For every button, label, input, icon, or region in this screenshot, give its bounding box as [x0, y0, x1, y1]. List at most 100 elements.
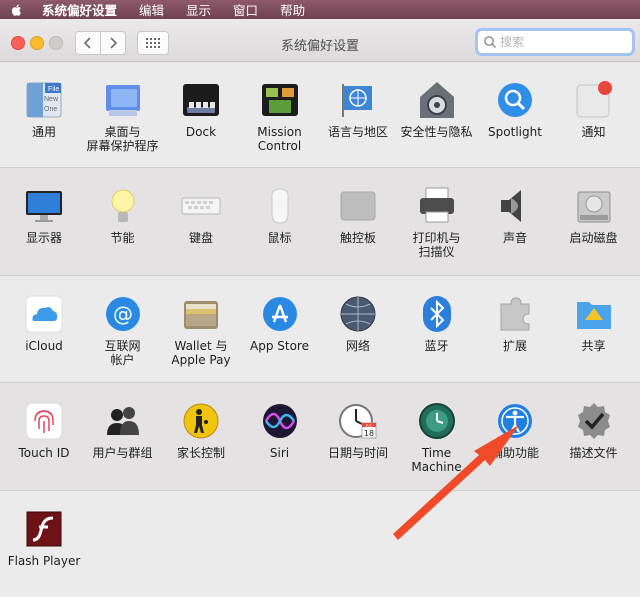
notifications-icon	[576, 81, 612, 118]
pane-label: 家长控制	[176, 446, 225, 460]
pane-label: 描述文件	[569, 446, 618, 460]
pane-trackpad[interactable]: 触控板	[318, 186, 398, 245]
pane-security-privacy[interactable]: 安全性与隐私	[397, 80, 477, 139]
chevron-right-icon	[110, 37, 118, 49]
pane-label: 桌面与 屏幕保护程序	[86, 125, 159, 153]
general-icon: File New One	[26, 82, 62, 118]
pane-label: 打印机与 扫描仪	[412, 231, 461, 259]
desktop-screensaver-icon	[105, 85, 140, 116]
pane-label: 触控板	[339, 231, 376, 245]
pane-accessibility[interactable]: 辅助功能	[475, 401, 555, 460]
menu-help[interactable]: 帮助	[280, 0, 305, 19]
pane-dock[interactable]: Dock	[161, 80, 241, 139]
pane-users-groups[interactable]: 用户与群组	[83, 401, 163, 460]
wallet-applepay-icon	[184, 301, 218, 329]
displays-icon	[26, 191, 62, 222]
pane-label: Flash Player	[7, 554, 81, 568]
pane-printers-scanners[interactable]: 打印机与 扫描仪	[397, 186, 477, 259]
startup-disk-icon	[577, 191, 610, 223]
pane-app-store[interactable]: App Store	[240, 294, 320, 353]
pane-label: 启动磁盘	[569, 231, 618, 245]
mission-control-icon	[261, 84, 298, 116]
pane-extensions[interactable]: 扩展	[475, 294, 555, 353]
close-window-button[interactable]	[11, 36, 25, 50]
pane-wallet-applepay[interactable]: Wallet 与 Apple Pay	[161, 294, 241, 367]
mouse-icon	[271, 188, 288, 224]
siri-icon	[262, 404, 297, 438]
pane-bluetooth[interactable]: 蓝牙	[397, 294, 477, 353]
search-icon	[484, 36, 497, 49]
pane-label: 互联网 帐户	[104, 339, 141, 367]
pane-date-time[interactable]: JUL 18 日期与时间	[318, 401, 398, 460]
pane-label: Siri	[269, 446, 290, 460]
pane-general[interactable]: File New One 通用	[4, 80, 84, 139]
pane-touch-id[interactable]: Touch ID	[4, 401, 84, 460]
svg-text:File: File	[48, 86, 59, 93]
pane-label: 显示器	[25, 231, 62, 245]
pane-label: 用户与群组	[92, 446, 153, 460]
back-button[interactable]	[75, 31, 101, 55]
pane-parental-controls[interactable]: 家长控制	[161, 401, 241, 460]
menu-view[interactable]: 显示	[186, 0, 211, 19]
svg-text:JUL: JUL	[365, 423, 372, 427]
menu-system-preferences[interactable]: 系统偏好设置	[42, 0, 117, 19]
users-groups-icon	[106, 407, 139, 435]
apple-logo-icon[interactable]	[10, 3, 24, 17]
pane-sound[interactable]: 声音	[475, 186, 555, 245]
pane-energy-saver[interactable]: 节能	[83, 186, 163, 245]
pane-label: Spotlight	[488, 125, 542, 139]
pane-spotlight[interactable]: Spotlight	[475, 80, 555, 139]
pane-icloud[interactable]: iCloud	[4, 294, 84, 353]
touch-id-icon	[25, 402, 63, 440]
pane-mouse[interactable]: 鼠标	[240, 186, 320, 245]
pane-sharing[interactable]: 共享	[554, 294, 634, 353]
sound-icon	[501, 190, 521, 222]
window-toolbar: 系统偏好设置	[0, 19, 640, 62]
pane-flash-player[interactable]: Flash Player	[4, 509, 84, 568]
pane-network[interactable]: 网络	[318, 294, 398, 353]
pane-desktop-screensaver[interactable]: 桌面与 屏幕保护程序	[83, 80, 163, 153]
search-input[interactable]	[500, 35, 620, 49]
pane-label: 通知	[581, 125, 606, 139]
network-icon	[340, 296, 376, 332]
pane-mission-control[interactable]: Mission Control	[240, 80, 320, 153]
svg-text:New: New	[44, 96, 59, 103]
extensions-icon	[500, 297, 530, 331]
search-field[interactable]	[477, 30, 633, 54]
menu-bar: 系统偏好设置 编辑 显示 窗口 帮助	[0, 0, 640, 19]
show-all-button[interactable]	[137, 31, 169, 55]
menu-window[interactable]: 窗口	[233, 0, 258, 19]
sharing-icon	[576, 302, 611, 329]
pane-notifications[interactable]: 通知	[554, 80, 634, 139]
accessibility-icon	[498, 404, 532, 438]
app-store-icon	[262, 297, 297, 331]
zoom-window-button	[49, 36, 63, 50]
pane-language-region[interactable]: 语言与地区	[318, 80, 398, 139]
pane-label: 蓝牙	[424, 339, 449, 353]
energy-saver-icon	[111, 189, 134, 222]
parental-controls-icon	[183, 403, 219, 439]
date-time-icon: JUL 18	[339, 404, 377, 439]
pane-time-machine[interactable]: Time Machine	[397, 401, 477, 474]
pane-label: 语言与地区	[327, 125, 388, 139]
forward-button[interactable]	[100, 31, 126, 55]
pane-siri[interactable]: Siri	[240, 401, 320, 460]
pane-profiles[interactable]: 描述文件	[554, 401, 634, 460]
preferences-section-personal: File New One 通用 桌面与 屏幕保护程序 Dock Mission Contro…	[0, 62, 640, 168]
preferences-section-hardware: 显示器 节能 键盘 鼠标 触控板 打印机与 扫描仪 声音 启动磁盘	[0, 168, 640, 276]
preferences-section-internet: iCloud @ 互联网 帐户 Wallet 与 Apple Pay App Store…	[0, 276, 640, 383]
spotlight-icon	[498, 83, 532, 117]
printers-scanners-icon	[419, 187, 454, 223]
pane-label: 节能	[110, 231, 135, 245]
grid-icon	[146, 38, 160, 48]
pane-label: Mission Control	[257, 125, 302, 153]
pane-displays[interactable]: 显示器	[4, 186, 84, 245]
chevron-left-icon	[83, 37, 91, 49]
pane-label: 日期与时间	[327, 446, 388, 460]
menu-edit[interactable]: 编辑	[139, 0, 164, 19]
pane-internet-accounts[interactable]: @ 互联网 帐户	[83, 294, 163, 367]
pane-keyboard[interactable]: 键盘	[161, 186, 241, 245]
pane-startup-disk[interactable]: 启动磁盘	[554, 186, 634, 245]
minimize-window-button[interactable]	[30, 36, 44, 50]
svg-text:@: @	[113, 302, 133, 326]
